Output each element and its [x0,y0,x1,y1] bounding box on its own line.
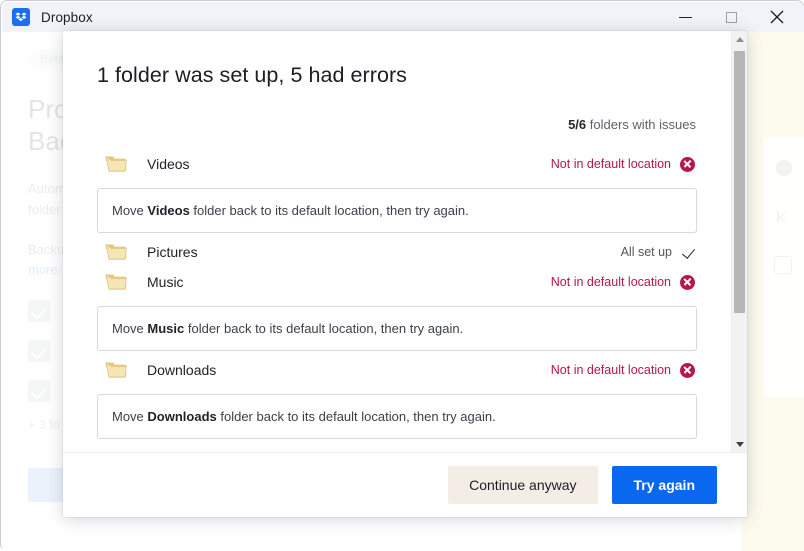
folder-status: Not in default location [551,363,695,378]
error-circle-x-icon [680,363,695,378]
message-prefix: Move [112,321,147,336]
folder-status: All set up [621,245,695,259]
window-frame: Beta Prot Bac Autom folder Backu more [0,0,804,551]
folder-icon [105,272,127,292]
dialog-scrollbar[interactable] [731,31,747,452]
message-folder-name: Downloads [147,409,216,424]
try-again-button[interactable]: Try again [612,466,717,504]
folder-row: DownloadsNot in default location [97,355,697,385]
folder-status-label: Not in default location [551,363,671,377]
folder-status-label: All set up [621,245,672,259]
folder-status: Not in default location [551,157,695,172]
dialog-content: 1 folder was set up, 5 had errors 5/6 fo… [63,31,747,452]
folder-list: VideosNot in default locationMove Videos… [97,149,697,439]
folder-row: VideosNot in default location [97,149,697,179]
window-title: Dropbox [41,10,93,25]
folder-status-label: Not in default location [551,157,671,171]
folder-status: Not in default location [551,275,695,290]
dropbox-logo-icon [12,8,30,26]
folder-icon [105,360,127,380]
close-icon [770,10,784,24]
dialog-footer: Continue anyway Try again [63,452,747,517]
title-bar: Dropbox [2,2,804,32]
folder-icon [105,242,127,262]
folder-error-message: Move Downloads folder back to its defaul… [97,394,697,439]
error-dialog: 1 folder was set up, 5 had errors 5/6 fo… [63,31,747,517]
app-window: Beta Prot Bac Autom folder Backu more [0,0,804,551]
folder-name: Music [147,274,551,290]
checkmark-icon [681,245,695,259]
dialog-title: 1 folder was set up, 5 had errors [97,63,697,88]
folder-error-message: Move Music folder back to its default lo… [97,306,697,351]
maximize-icon [726,12,737,23]
message-suffix: folder back to its default location, the… [190,203,469,218]
scroll-down-arrow-icon[interactable] [732,436,747,452]
continue-anyway-button[interactable]: Continue anyway [448,466,597,504]
maximize-button[interactable] [708,2,754,32]
error-circle-x-icon [680,275,695,290]
minimize-button[interactable] [662,2,708,32]
message-prefix: Move [112,203,147,218]
minimize-icon [679,17,692,18]
message-prefix: Move [112,409,147,424]
scroll-up-arrow-icon[interactable] [732,31,747,47]
folder-status-label: Not in default location [551,275,671,289]
folder-error-message: Move Videos folder back to its default l… [97,188,697,233]
scrollbar-thumb[interactable] [734,51,745,313]
message-suffix: folder back to its default location, the… [217,409,496,424]
issues-summary: 5/6 folders with issues [97,117,697,132]
dialog-scroll-area: 1 folder was set up, 5 had errors 5/6 fo… [63,31,747,452]
issues-label: folders with issues [590,117,696,132]
folder-name: Videos [147,156,551,172]
title-bar-left: Dropbox [2,8,93,26]
folder-icon [105,154,127,174]
folder-row: PicturesAll set up [97,237,697,267]
message-suffix: folder back to its default location, the… [184,321,463,336]
message-folder-name: Videos [147,203,189,218]
error-circle-x-icon [680,157,695,172]
issues-count: 5/6 [568,117,586,132]
window-controls [662,2,804,32]
folder-name: Pictures [147,244,621,260]
folder-row: MusicNot in default location [97,267,697,297]
close-button[interactable] [754,2,800,32]
message-folder-name: Music [147,321,184,336]
folder-name: Downloads [147,362,551,378]
